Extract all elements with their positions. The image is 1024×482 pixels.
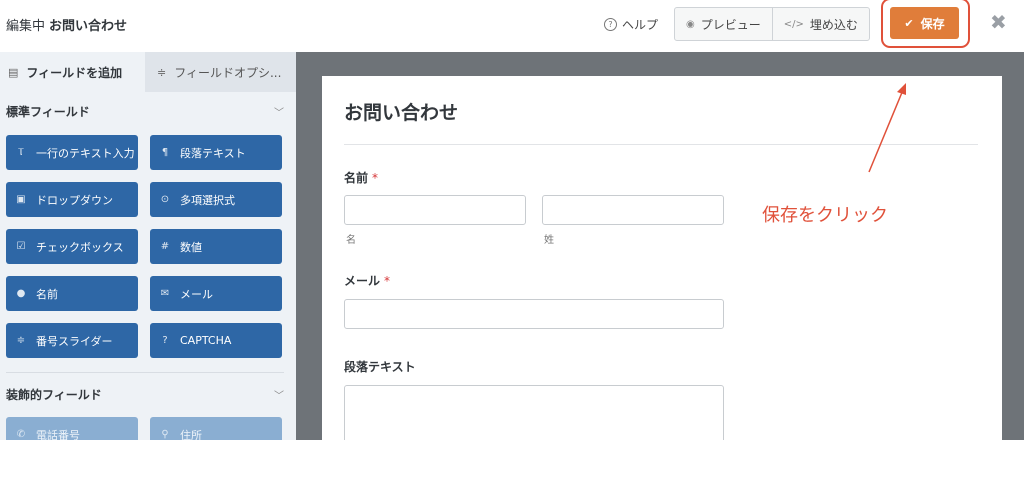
field-label: ドロップダウン (36, 193, 113, 207)
sidebar-tabs: ▤ フィールドを追加 ≑ フィールドオプシ... (0, 52, 296, 92)
standard-fields-header[interactable]: 標準フィールド ﹀ (6, 100, 284, 122)
section-divider (6, 372, 284, 373)
save-highlight-box (881, 0, 970, 48)
field-number-slider[interactable]: ≑ 番号スライダー (6, 323, 138, 358)
paragraph-textarea[interactable] (344, 385, 724, 440)
sidebar: ▤ フィールドを追加 ≑ フィールドオプシ... 標準フィールド ﹀ Ⲧ 一行の… (0, 52, 296, 440)
help-icon: ? (604, 18, 617, 31)
hash-icon: # (160, 241, 170, 252)
sliders-icon: ≑ (157, 65, 167, 79)
field-label: 住所 (180, 428, 202, 441)
tab-field-options-label: フィールドオプシ... (174, 65, 282, 80)
field-email[interactable]: ✉ メール (150, 276, 282, 311)
title-divider (344, 144, 978, 145)
preview-button[interactable]: ◉ プレビュー (675, 8, 772, 40)
field-label: 一行のテキスト入力 (36, 146, 135, 160)
tab-add-fields-label: フィールドを追加 (26, 65, 123, 80)
field-captcha[interactable]: ? CAPTCHA (150, 323, 282, 358)
question-circle-icon: ? (162, 335, 168, 346)
field-name[interactable]: ● 名前 (6, 276, 138, 311)
dropdown-icon: ▣ (16, 194, 26, 205)
embed-label: 埋め込む (809, 17, 858, 32)
required-mark: * (384, 274, 391, 288)
tab-field-options[interactable]: ≑ フィールドオプシ... (145, 52, 296, 92)
preview-embed-group: ◉ プレビュー </> 埋め込む (674, 7, 870, 41)
preview-label: プレビュー (700, 17, 761, 32)
field-single-line-text[interactable]: Ⲧ 一行のテキスト入力 (6, 135, 138, 170)
form-preview-area: お問い合わせ 名前 * 名 姓 メール * 段落テキスト (296, 52, 1024, 440)
form-name: お問い合わせ (49, 19, 128, 34)
first-name-sublabel: 名 (346, 235, 356, 246)
last-name-input[interactable] (542, 195, 724, 225)
embed-button[interactable]: </> 埋め込む (771, 8, 869, 40)
phone-icon: ✆ (16, 429, 26, 440)
field-address[interactable]: ⚲ 住所 (150, 417, 282, 440)
field-label: CAPTCHA (180, 334, 232, 347)
tab-add-fields[interactable]: ▤ フィールドを追加 (0, 52, 145, 92)
last-name-sublabel: 姓 (544, 235, 554, 246)
form-builder-app: 編集中お問い合わせ ? ヘルプ ◉ プレビュー </> 埋め込む ✔ 保存 ✖ (0, 0, 1024, 440)
field-label: メール (180, 287, 213, 301)
checkbox-icon: ☑ (16, 241, 26, 252)
field-number[interactable]: # 数値 (150, 229, 282, 264)
chevron-down-icon: ﹀ (274, 107, 284, 119)
email-label-text: メール (344, 274, 381, 288)
field-multiple-choice[interactable]: ⊙ 多項選択式 (150, 182, 282, 217)
field-phone[interactable]: ✆ 電話番号 (6, 417, 138, 440)
name-label-text: 名前 (344, 171, 369, 185)
radio-icon: ⊙ (160, 194, 170, 205)
annotation-text: 保存をクリック (762, 205, 888, 226)
help-label: ヘルプ (622, 18, 659, 32)
list-icon: ▤ (8, 65, 19, 79)
field-dropdown[interactable]: ▣ ドロップダウン (6, 182, 138, 217)
slider-icon: ≑ (16, 335, 26, 346)
top-bar: 編集中 お問い合わせ ? ヘルプ ◉ プレビュー </> 埋め込む ✔ 保存 ✖ (0, 0, 1024, 52)
editing-label: 編集中 (6, 19, 46, 34)
editing-title: 編集中 お問い合わせ (6, 15, 127, 34)
field-label: チェックボックス (36, 240, 124, 254)
map-pin-icon: ⚲ (161, 429, 169, 440)
field-label: 多項選択式 (180, 193, 235, 207)
field-paragraph-text[interactable]: ¶ 段落テキスト (150, 135, 282, 170)
field-label: 名前 (36, 287, 58, 301)
first-name-input[interactable] (344, 195, 526, 225)
eye-icon: ◉ (686, 18, 695, 30)
code-icon: </> (783, 18, 804, 30)
fancy-fields-title: 装飾的フィールド (6, 387, 102, 402)
user-icon: ● (16, 288, 26, 299)
required-mark: * (372, 171, 379, 185)
form-title: お問い合わせ (344, 102, 459, 124)
standard-fields-title: 標準フィールド (6, 104, 90, 119)
name-field-label[interactable]: 名前 * (344, 169, 378, 186)
field-checkboxes[interactable]: ☑ チェックボックス (6, 229, 138, 264)
paragraph-field-label[interactable]: 段落テキスト (344, 358, 416, 375)
email-input[interactable] (344, 299, 724, 329)
fancy-fields-header[interactable]: 装飾的フィールド ﹀ (6, 383, 284, 405)
text-icon: Ⲧ (17, 147, 25, 158)
close-icon[interactable]: ✖ (990, 12, 1007, 32)
chevron-down-icon: ﹀ (274, 390, 284, 402)
envelope-icon: ✉ (160, 288, 170, 299)
field-label: 段落テキスト (180, 146, 246, 160)
help-link[interactable]: ? ヘルプ (604, 16, 658, 33)
field-label: 番号スライダー (36, 334, 113, 348)
form-canvas: お問い合わせ 名前 * 名 姓 メール * 段落テキスト (322, 76, 1002, 440)
email-field-label[interactable]: メール * (344, 272, 390, 289)
field-label: 電話番号 (36, 428, 80, 441)
field-label: 数値 (180, 240, 202, 254)
paragraph-icon: ¶ (161, 147, 169, 158)
